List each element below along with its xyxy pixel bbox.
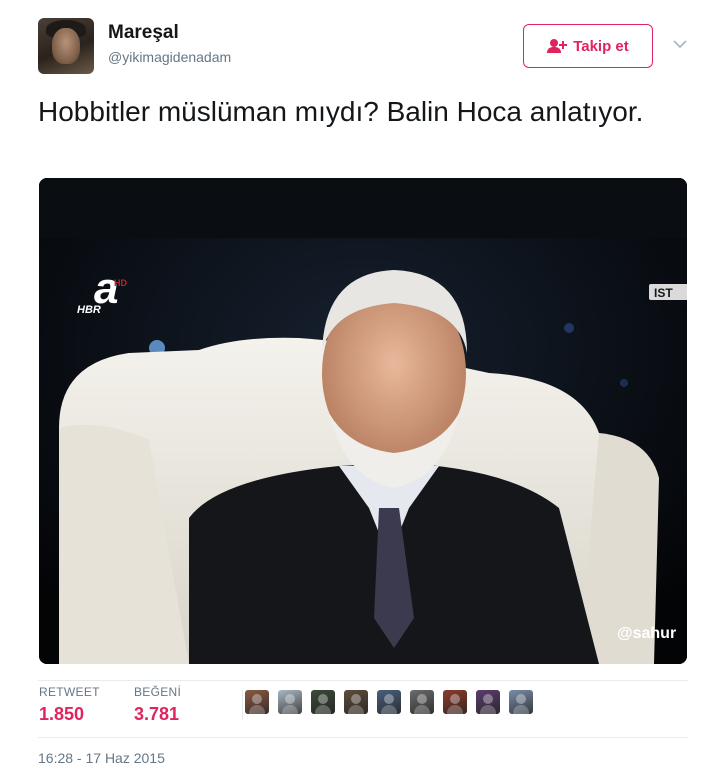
channel-sub: HBR xyxy=(77,304,101,316)
retweet-label: RETWEET xyxy=(39,685,100,699)
liker-avatar-2[interactable] xyxy=(278,690,302,714)
tweet-stats: RETWEET 1.850 BEĞENİ 3.781 xyxy=(38,680,688,738)
corner-tag: IST xyxy=(654,286,673,300)
channel-badge: HD xyxy=(114,278,127,288)
like-count: 3.781 xyxy=(134,704,180,724)
tweet-timestamp[interactable]: 16:28 - 17 Haz 2015 xyxy=(38,750,165,766)
like-label: BEĞENİ xyxy=(134,685,182,699)
liker-avatar-6[interactable] xyxy=(410,690,434,714)
chevron-down-icon xyxy=(673,39,687,48)
media-watermark: @sahur xyxy=(617,625,676,642)
liker-avatar-5[interactable] xyxy=(377,690,401,714)
liker-avatars xyxy=(242,690,533,720)
tweet-media-image[interactable]: a HD HBR IST @sahur xyxy=(39,178,687,664)
retweet-count: 1.850 xyxy=(39,704,85,724)
liker-avatar-3[interactable] xyxy=(311,690,335,714)
liker-avatar-8[interactable] xyxy=(476,690,500,714)
liker-avatar-7[interactable] xyxy=(443,690,467,714)
liker-avatar-4[interactable] xyxy=(344,690,368,714)
user-avatar[interactable] xyxy=(38,18,94,74)
like-stat[interactable]: BEĞENİ 3.781 xyxy=(134,685,181,725)
tv-screenshot-image: a HD HBR IST @sahur xyxy=(39,178,687,664)
liker-avatar-1[interactable] xyxy=(245,690,269,714)
user-handle[interactable]: @yikimagidenadam xyxy=(108,49,231,65)
tweet-text: Hobbitler müslüman mıydı? Balin Hoca anl… xyxy=(38,96,644,127)
tweet-menu-caret[interactable] xyxy=(670,34,690,54)
retweet-stat[interactable]: RETWEET 1.850 xyxy=(39,685,100,725)
follow-button-label: Takip et xyxy=(573,37,629,55)
add-user-icon xyxy=(547,39,568,53)
display-name[interactable]: Mareşal xyxy=(108,22,179,44)
liker-avatar-9[interactable] xyxy=(509,690,533,714)
follow-button[interactable]: Takip et xyxy=(523,24,653,68)
